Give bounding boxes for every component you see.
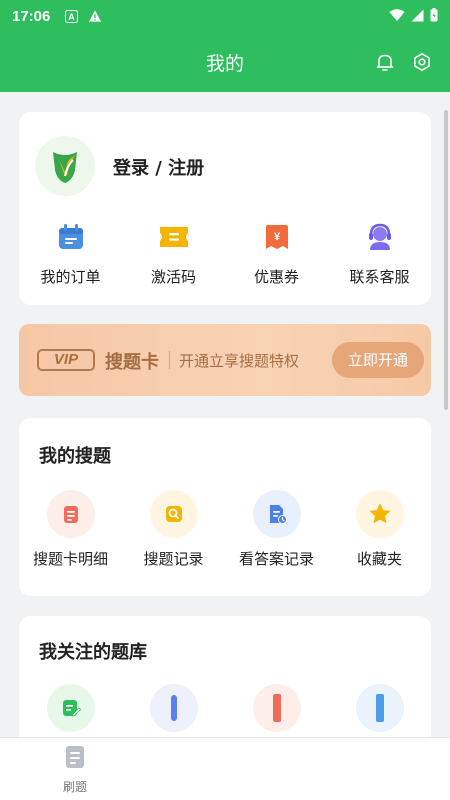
- signal-icon: [411, 7, 424, 26]
- profile-card: 登录 / 注册 我的订单 激活码 ¥ 优惠券 联系客服: [19, 112, 431, 305]
- avatar[interactable]: [35, 136, 95, 196]
- answer-record-button[interactable]: 看答案记录: [225, 490, 328, 569]
- my-search-grid: 搜题卡明细 搜题记录 看答案记录 收藏夹: [19, 490, 431, 569]
- vip-badge: VIP: [37, 349, 95, 371]
- gear-icon[interactable]: [410, 50, 434, 74]
- search-record-icon: [149, 490, 198, 538]
- ticket-icon: [157, 222, 191, 256]
- question-bank-item[interactable]: [19, 684, 122, 732]
- vip-description: 开通立享搜题特权: [179, 352, 300, 370]
- wifi-icon: [389, 7, 405, 26]
- star-icon: [355, 490, 404, 538]
- warning-icon: [88, 9, 102, 23]
- tab-practice[interactable]: 刷题: [50, 744, 100, 795]
- blue-book-icon: [149, 684, 198, 732]
- search-card-detail-button[interactable]: 搜题卡明细: [19, 490, 122, 569]
- my-search-label: 搜题记录: [143, 550, 204, 568]
- my-search-label: 看答案记录: [238, 550, 314, 568]
- my-orders-button[interactable]: 我的订单: [19, 222, 122, 287]
- svg-text:¥: ¥: [273, 231, 280, 243]
- document-icon: [63, 744, 87, 774]
- my-search-label: 收藏夹: [356, 550, 402, 568]
- followed-banks-grid: [19, 684, 431, 732]
- bell-icon[interactable]: [373, 50, 397, 74]
- headset-icon: [365, 222, 395, 256]
- app-header: 我的: [0, 32, 450, 92]
- calendar-icon: [56, 222, 86, 256]
- red-book-icon: [252, 684, 301, 732]
- svg-text:A: A: [68, 12, 75, 22]
- vip-divider: [169, 351, 170, 369]
- favorites-button[interactable]: 收藏夹: [328, 490, 431, 569]
- question-bank-item[interactable]: [122, 684, 225, 732]
- login-register-link[interactable]: 登录 / 注册: [113, 154, 204, 180]
- app-logo-icon: [53, 152, 77, 183]
- shortcut-label: 优惠券: [253, 268, 299, 286]
- tab-label: 刷题: [62, 780, 87, 794]
- document-clock-icon: [252, 490, 301, 538]
- teal-book-icon: [355, 684, 404, 732]
- scrollbar[interactable]: [444, 110, 448, 410]
- my-search-card: 我的搜题 搜题卡明细 搜题记录 看答案记录 收藏夹: [19, 418, 431, 596]
- shortcut-label: 我的订单: [40, 268, 101, 286]
- vip-open-button[interactable]: 立即开通: [332, 342, 424, 378]
- coupon-icon: ¥: [262, 222, 292, 256]
- section-title: 我关注的题库: [39, 642, 147, 663]
- card-detail-icon: [46, 490, 95, 538]
- notification-a-icon: A: [64, 9, 78, 23]
- question-bank-item[interactable]: [328, 684, 431, 732]
- battery-icon: [430, 7, 438, 26]
- question-bank-item[interactable]: [225, 684, 328, 732]
- activation-code-button[interactable]: 激活码: [122, 222, 225, 287]
- coupon-button[interactable]: ¥ 优惠券: [225, 222, 328, 287]
- customer-service-button[interactable]: 联系客服: [328, 222, 431, 287]
- my-search-label: 搜题卡明细: [32, 550, 108, 568]
- vip-title: 搜题卡: [105, 352, 159, 373]
- bottom-nav: 刷题: [0, 737, 450, 800]
- followed-banks-card: 我关注的题库: [19, 616, 431, 756]
- status-bar: 17:06 A: [0, 0, 450, 32]
- vip-banner[interactable]: VIP 搜题卡 开通立享搜题特权 立即开通: [19, 324, 431, 396]
- edit-note-icon: [46, 684, 95, 732]
- shortcut-grid: 我的订单 激活码 ¥ 优惠券 联系客服: [19, 222, 431, 287]
- shortcut-label: 激活码: [150, 268, 196, 286]
- status-time: 17:06: [12, 7, 51, 25]
- shortcut-label: 联系客服: [349, 268, 410, 286]
- search-record-button[interactable]: 搜题记录: [122, 490, 225, 569]
- section-title: 我的搜题: [39, 446, 111, 467]
